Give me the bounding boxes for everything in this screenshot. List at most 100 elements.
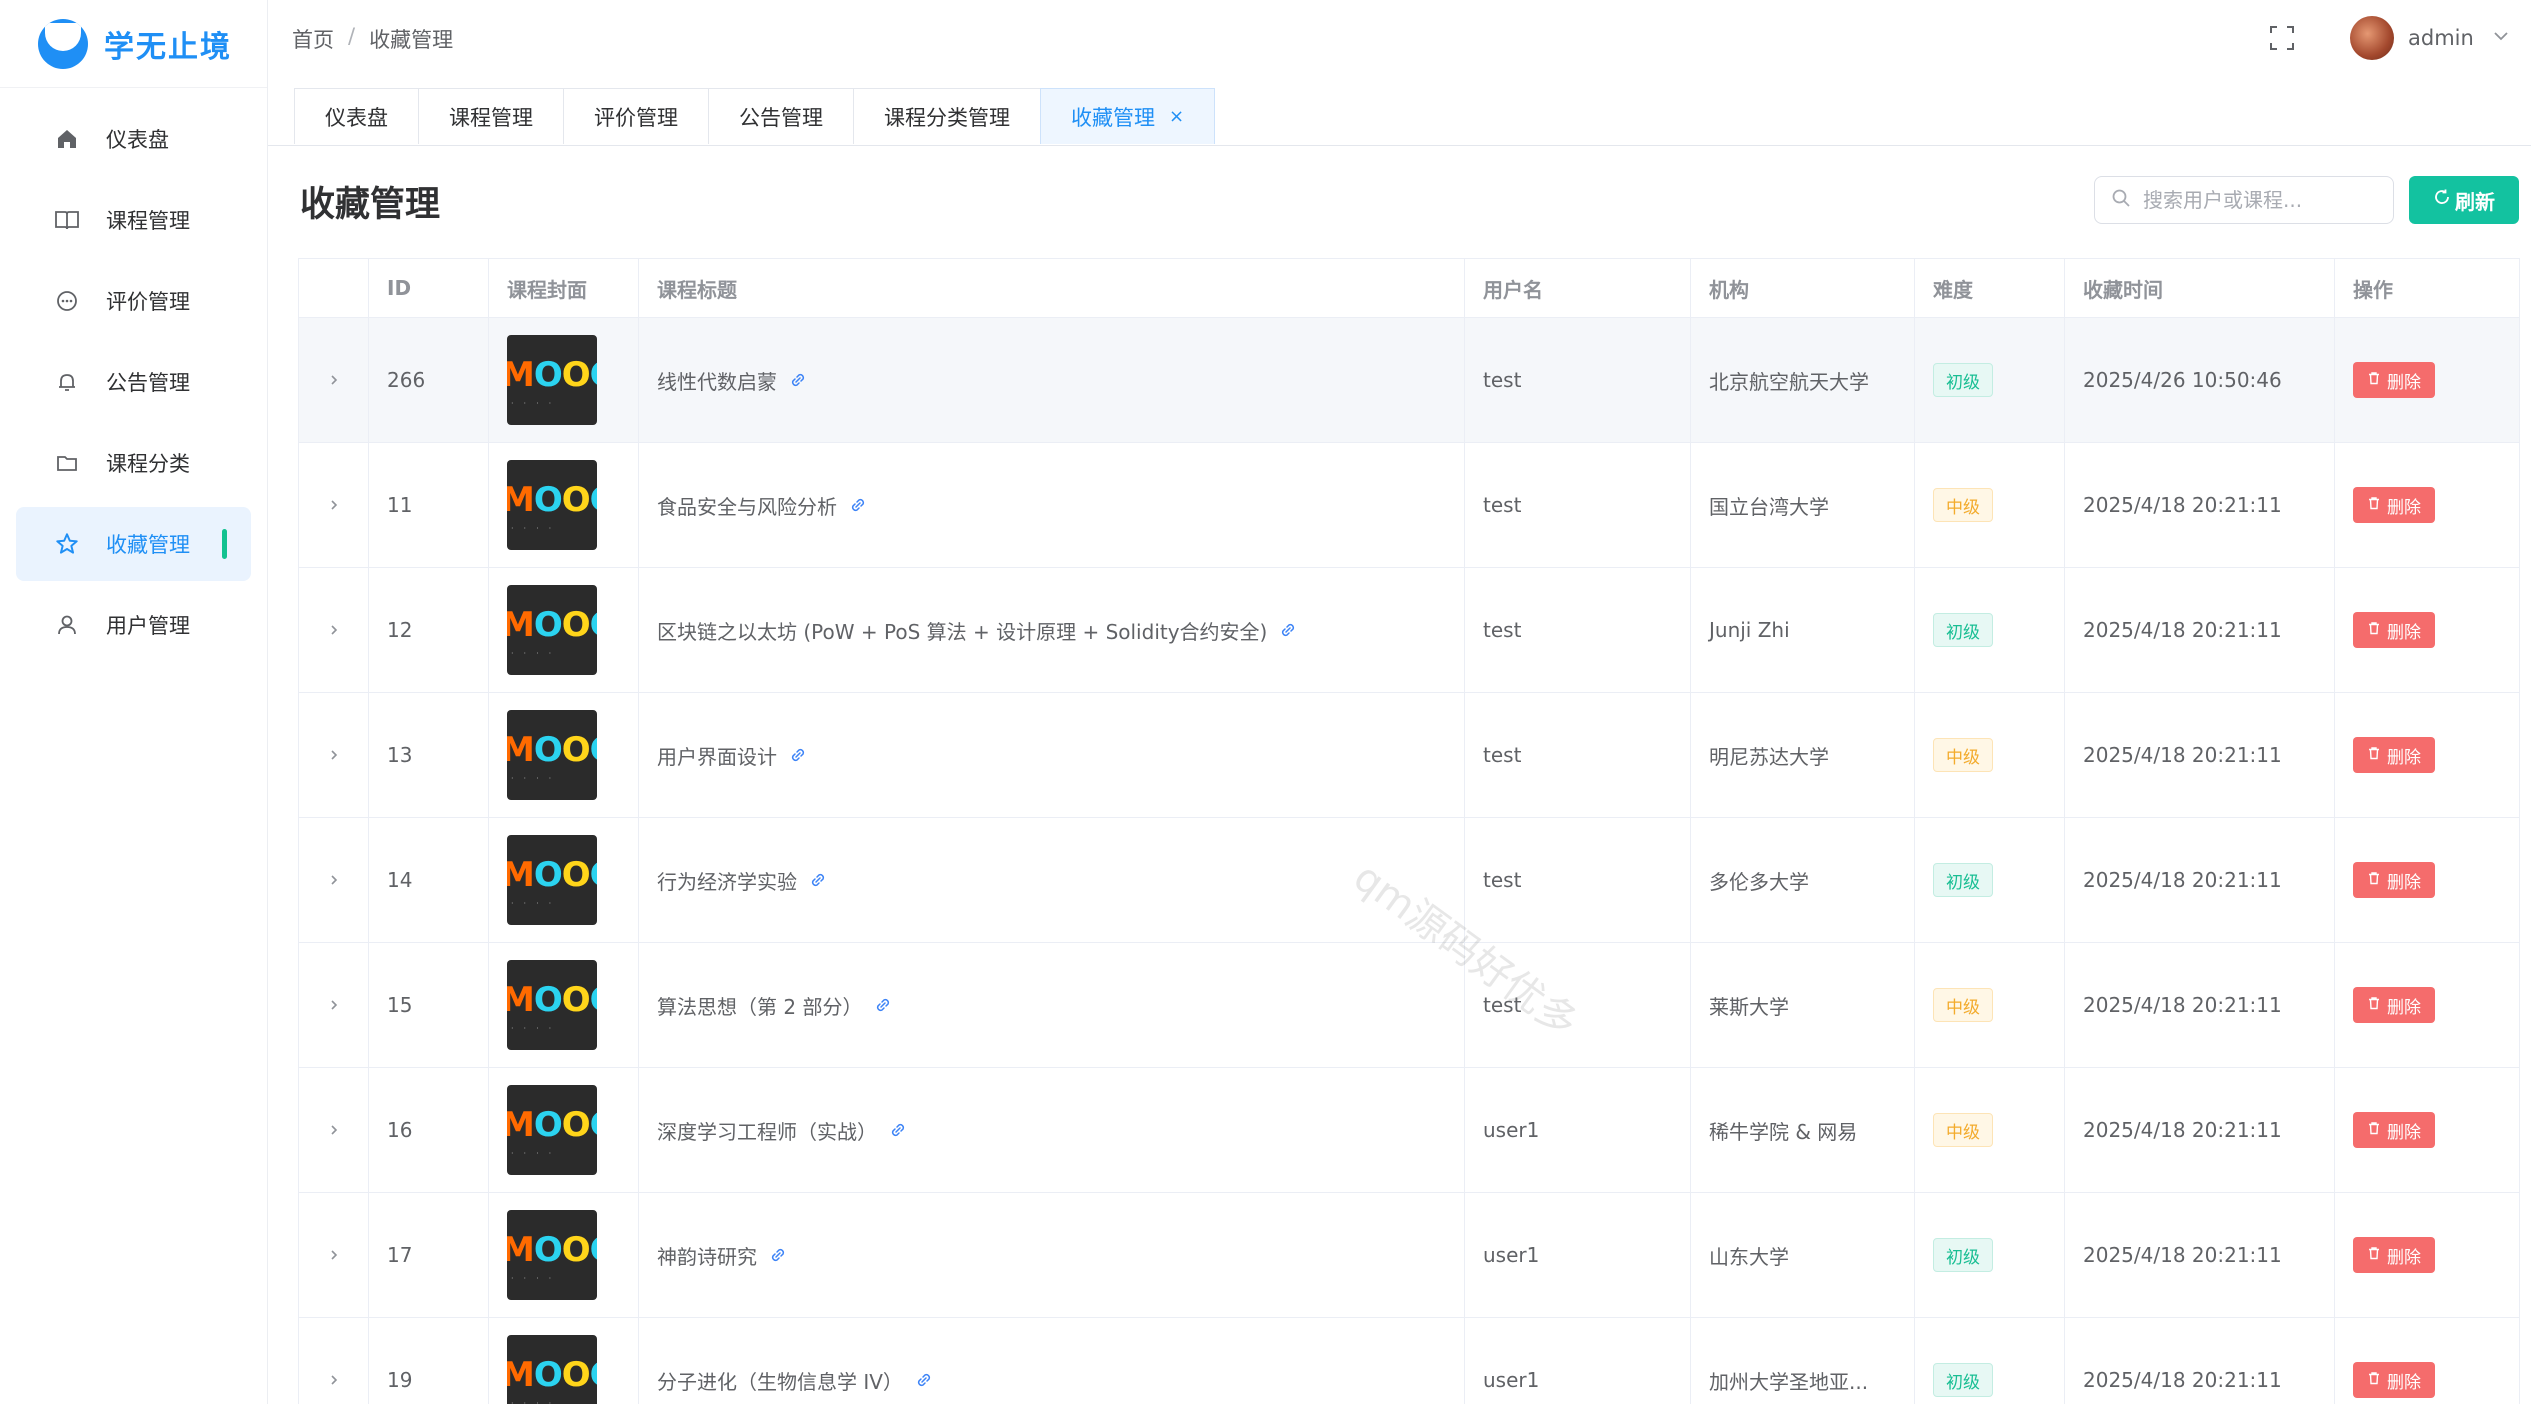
tab-favorites[interactable]: 收藏管理 × <box>1040 88 1216 144</box>
sidebar-item-courses[interactable]: 课程管理 <box>16 183 251 257</box>
course-cover-image[interactable]: MOOC ···· <box>507 835 597 925</box>
refresh-icon <box>2433 188 2451 212</box>
expand-toggle[interactable] <box>299 318 369 442</box>
link-icon[interactable] <box>767 1244 789 1266</box>
actions-cell: 删除 <box>2335 1068 2519 1192</box>
delete-button[interactable]: 删除 <box>2353 737 2435 773</box>
link-icon[interactable] <box>807 869 829 891</box>
link-icon[interactable] <box>1277 619 1299 641</box>
title-cell: 食品安全与风险分析 <box>639 443 1465 567</box>
chevron-right-icon[interactable] <box>327 868 341 892</box>
table-row[interactable]: 19 MOOC ···· 分子进化（生物信息学 IV） user1 加州大学圣地… <box>299 1318 2519 1404</box>
title-cell: 线性代数启蒙 <box>639 318 1465 442</box>
app-logo[interactable]: 学无止境 <box>0 0 267 88</box>
org-cell: 加州大学圣地亚... <box>1691 1318 1915 1404</box>
tab-dashboard[interactable]: 仪表盘 <box>294 88 419 144</box>
top-header: 首页 / 收藏管理 admin <box>268 0 2531 88</box>
refresh-label: 刷新 <box>2455 191 2495 214</box>
actions-cell: 删除 <box>2335 693 2519 817</box>
chevron-right-icon[interactable] <box>327 743 341 767</box>
table-row[interactable]: 15 MOOC ···· 算法思想（第 2 部分） test 莱斯大学 中级 2… <box>299 943 2519 1068</box>
trash-icon <box>2367 995 2381 1015</box>
sidebar-item-dashboard[interactable]: 仪表盘 <box>16 102 251 176</box>
link-icon[interactable] <box>913 1369 935 1391</box>
course-title: 区块链之以太坊 (PoW + PoS 算法 + 设计原理 + Solidity合… <box>657 619 1268 644</box>
book-icon <box>52 205 82 235</box>
expand-toggle[interactable] <box>299 1318 369 1404</box>
search-input[interactable] <box>2143 188 2383 212</box>
sidebar-item-categories[interactable]: 课程分类 <box>16 426 251 500</box>
delete-label: 删除 <box>2387 872 2421 892</box>
course-cover-image[interactable]: MOOC ···· <box>507 585 597 675</box>
sidebar-item-users[interactable]: 用户管理 <box>16 588 251 662</box>
expand-toggle[interactable] <box>299 568 369 692</box>
table-row[interactable]: 17 MOOC ···· 神韵诗研究 user1 山东大学 初级 2025/4/… <box>299 1193 2519 1318</box>
cover-cell: MOOC ···· <box>489 568 639 692</box>
delete-button[interactable]: 删除 <box>2353 1362 2435 1398</box>
chevron-right-icon[interactable] <box>327 618 341 642</box>
username[interactable]: admin <box>2408 26 2474 50</box>
table-row[interactable]: 16 MOOC ···· 深度学习工程师（实战） user1 稀牛学院 & 网易… <box>299 1068 2519 1193</box>
fullscreen-icon[interactable] <box>2266 22 2298 54</box>
course-cover-image[interactable]: MOOC ···· <box>507 710 597 800</box>
avatar[interactable] <box>2350 16 2394 60</box>
table-row[interactable]: 266 MOOC ···· 线性代数启蒙 test 北京航空航天大学 初级 20… <box>299 318 2519 443</box>
search-box[interactable] <box>2094 176 2394 224</box>
table-row[interactable]: 11 MOOC ···· 食品安全与风险分析 test 国立台湾大学 中级 20… <box>299 443 2519 568</box>
title-cell: 行为经济学实验 <box>639 818 1465 942</box>
delete-button[interactable]: 删除 <box>2353 987 2435 1023</box>
tab-reviews[interactable]: 评价管理 <box>563 88 709 144</box>
link-icon[interactable] <box>872 994 894 1016</box>
sidebar-item-notices[interactable]: 公告管理 <box>16 345 251 419</box>
delete-button[interactable]: 删除 <box>2353 612 2435 648</box>
close-icon[interactable]: × <box>1169 106 1184 127</box>
delete-button[interactable]: 删除 <box>2353 1112 2435 1148</box>
chevron-right-icon[interactable] <box>327 493 341 517</box>
course-cover-image[interactable]: MOOC ···· <box>507 1335 597 1404</box>
course-cover-image[interactable]: MOOC ···· <box>507 460 597 550</box>
user-menu[interactable]: admin <box>2350 16 2510 60</box>
chevron-right-icon[interactable] <box>327 1118 341 1142</box>
tab-courses[interactable]: 课程管理 <box>418 88 564 144</box>
table-row[interactable]: 13 MOOC ···· 用户界面设计 test 明尼苏达大学 中级 2025/… <box>299 693 2519 818</box>
tab-categories[interactable]: 课程分类管理 <box>853 88 1041 144</box>
delete-button[interactable]: 删除 <box>2353 487 2435 523</box>
table-row[interactable]: 14 MOOC ···· 行为经济学实验 test 多伦多大学 初级 2025/… <box>299 818 2519 943</box>
chevron-right-icon[interactable] <box>327 368 341 392</box>
chevron-right-icon[interactable] <box>327 1243 341 1267</box>
table-row[interactable]: 12 MOOC ···· 区块链之以太坊 (PoW + PoS 算法 + 设计原… <box>299 568 2519 693</box>
row-id: 17 <box>369 1193 489 1317</box>
delete-button[interactable]: 删除 <box>2353 1237 2435 1273</box>
expand-toggle[interactable] <box>299 818 369 942</box>
chevron-right-icon[interactable] <box>327 1368 341 1392</box>
refresh-button[interactable]: 刷新 <box>2409 176 2519 224</box>
expand-toggle[interactable] <box>299 1068 369 1192</box>
breadcrumb-separator: / <box>348 24 356 48</box>
expand-toggle[interactable] <box>299 1193 369 1317</box>
course-cover-image[interactable]: MOOC ···· <box>507 335 597 425</box>
course-cover-image[interactable]: MOOC ···· <box>507 1210 597 1300</box>
course-cover-image[interactable]: MOOC ···· <box>507 960 597 1050</box>
sidebar-item-reviews[interactable]: 评价管理 <box>16 264 251 338</box>
chevron-down-icon[interactable] <box>2492 27 2510 49</box>
title-cell: 算法思想（第 2 部分） <box>639 943 1465 1067</box>
expand-toggle[interactable] <box>299 693 369 817</box>
row-id: 16 <box>369 1068 489 1192</box>
course-cover-image[interactable]: MOOC ···· <box>507 1085 597 1175</box>
tab-label: 收藏管理 <box>1071 105 1155 130</box>
tab-notices[interactable]: 公告管理 <box>708 88 854 144</box>
expand-toggle[interactable] <box>299 943 369 1067</box>
link-icon[interactable] <box>847 494 869 516</box>
link-icon[interactable] <box>787 369 809 391</box>
delete-button[interactable]: 删除 <box>2353 862 2435 898</box>
link-icon[interactable] <box>787 744 809 766</box>
org-cell: 国立台湾大学 <box>1691 443 1915 567</box>
page-title: 收藏管理 <box>300 185 441 225</box>
link-icon[interactable] <box>887 1119 909 1141</box>
expand-toggle[interactable] <box>299 443 369 567</box>
delete-button[interactable]: 删除 <box>2353 362 2435 398</box>
breadcrumb-home[interactable]: 首页 <box>292 24 334 54</box>
tag-view-bar: 仪表盘 课程管理 评价管理 公告管理 课程分类管理 收藏管理 × <box>268 88 2531 146</box>
chevron-right-icon[interactable] <box>327 993 341 1017</box>
sidebar-item-favorites[interactable]: 收藏管理 <box>16 507 251 581</box>
